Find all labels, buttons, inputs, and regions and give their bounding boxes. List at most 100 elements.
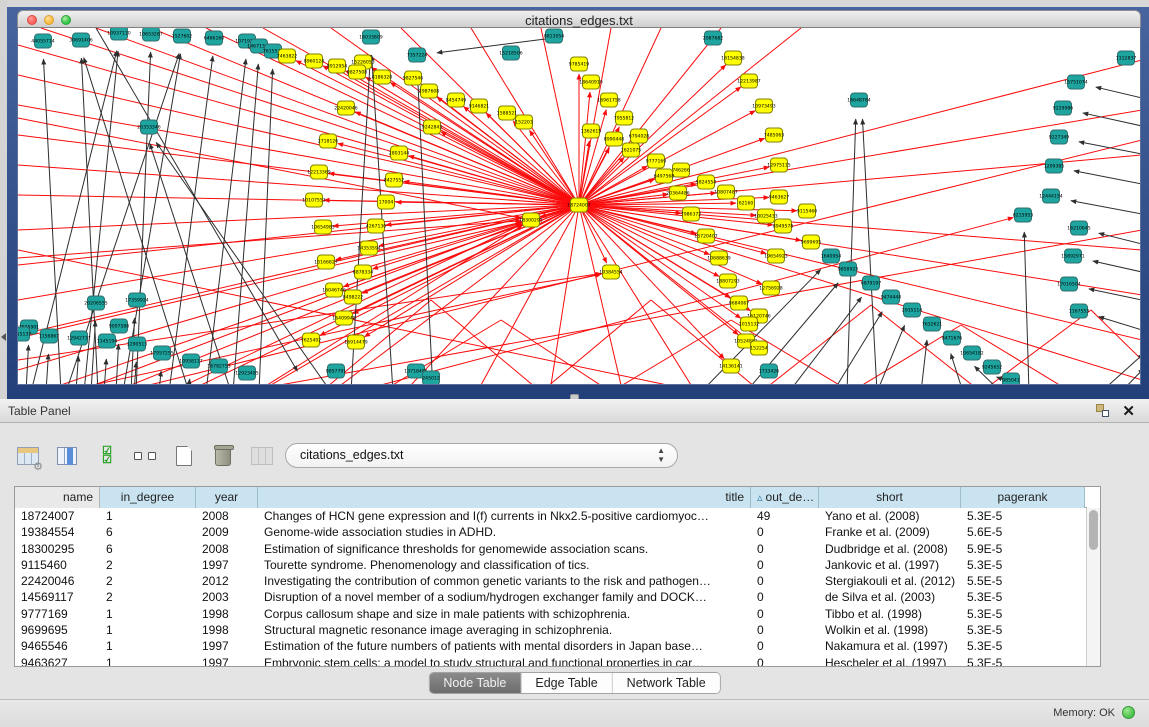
graph-node[interactable]: 1640954: [821, 249, 842, 263]
table-cell[interactable]: 18724007: [15, 508, 100, 524]
table-cell[interactable]: Embryonic stem cells: a model to study s…: [258, 655, 751, 667]
graph-node[interactable]: 19654923: [764, 249, 787, 263]
table-cell[interactable]: 0: [751, 638, 819, 654]
table-cell[interactable]: 1: [100, 606, 196, 622]
graph-node[interactable]: 20206555: [84, 296, 107, 310]
close-panel-icon[interactable]: ✕: [1122, 402, 1135, 420]
graph-node[interactable]: 17359924: [125, 293, 148, 307]
graph-node[interactable]: 8454749: [446, 93, 467, 107]
new-column-icon[interactable]: [170, 442, 198, 470]
graph-node[interactable]: 1290513: [127, 337, 148, 351]
graph-node[interactable]: 15720407: [694, 229, 717, 243]
graph-node[interactable]: 10107553: [302, 193, 325, 207]
table-cell[interactable]: Nakamura et al. (1997): [819, 638, 961, 654]
table-row[interactable]: 1830029562008Estimation of significance …: [15, 541, 1087, 557]
graph-node[interactable]: 985041: [1002, 373, 1020, 385]
table-cell[interactable]: Yano et al. (2008): [819, 508, 961, 524]
table-cell[interactable]: Disruption of a novel member of a sodium…: [258, 589, 751, 605]
table-cell[interactable]: 5.3E-5: [961, 508, 1085, 524]
graph-node[interactable]: 17016504: [1057, 277, 1080, 291]
graph-node[interactable]: 19384554: [599, 265, 622, 279]
table-cell[interactable]: Corpus callosum shape and size in male p…: [258, 606, 751, 622]
graph-node[interactable]: 18300295: [519, 213, 542, 227]
graph-node[interactable]: 8215953: [1013, 208, 1034, 222]
column-header-out_de[interactable]: ▵out_de…: [751, 487, 819, 508]
graph-node[interactable]: 9146821: [469, 99, 490, 113]
graph-node[interactable]: 9245652: [982, 360, 1003, 374]
graph-node[interactable]: 12975115: [767, 158, 790, 172]
table-cell[interactable]: 19384554: [15, 524, 100, 540]
table-cell[interactable]: 1997: [196, 638, 258, 654]
table-cell[interactable]: 9115460: [15, 557, 100, 573]
graph-node[interactable]: 10973493: [752, 99, 775, 113]
table-cell[interactable]: 1998: [196, 606, 258, 622]
graph-node[interactable]: 9229986: [1053, 101, 1074, 115]
graph-node[interactable]: 10958117: [179, 354, 202, 368]
table-cell[interactable]: 5.6E-5: [961, 524, 1085, 540]
graph-node[interactable]: 16961758: [597, 93, 620, 107]
graph-node[interactable]: 15166827: [314, 255, 337, 269]
graph-node[interactable]: 1167553: [1069, 304, 1090, 318]
table-cell[interactable]: Hescheler et al. (1997): [819, 655, 961, 667]
graph-node[interactable]: 10653287: [139, 28, 162, 41]
table-cell[interactable]: Franke et al. (2009): [819, 524, 961, 540]
graph-node[interactable]: 9827546: [403, 71, 424, 85]
select-rows-icon[interactable]: ☑☑: [92, 442, 120, 470]
table-cell[interactable]: 0: [751, 573, 819, 589]
graph-node[interactable]: 6466160: [204, 31, 225, 45]
graph-node[interactable]: 6794028: [629, 129, 650, 143]
table-cell[interactable]: Tourette syndrome. Phenomenology and cla…: [258, 557, 751, 573]
graph-node[interactable]: 62160: [738, 196, 755, 210]
table-cell[interactable]: 22420046: [15, 573, 100, 589]
graph-node[interactable]: 14353594: [357, 241, 380, 255]
table-cell[interactable]: Changes of HCN gene expression and I(f) …: [258, 508, 751, 524]
table-row[interactable]: 977716911998Corpus callosum shape and si…: [15, 606, 1087, 622]
graph-node[interactable]: 20353346: [137, 120, 160, 134]
table-cell[interactable]: 9777169: [15, 606, 100, 622]
citation-graph[interactable]: 1872400744055714306914061093711010653287…: [18, 28, 1141, 385]
graph-node[interactable]: 9858923: [838, 262, 859, 276]
graph-node[interactable]: 16782753: [207, 359, 230, 373]
graph-node[interactable]: 18640910: [579, 75, 602, 89]
table-row[interactable]: 2242004622012Investigating the contribut…: [15, 573, 1087, 589]
graph-node[interactable]: 16033809: [359, 30, 382, 44]
network-window[interactable]: citations_edges.txt 18724007440557143069…: [17, 10, 1141, 385]
graph-node[interactable]: 9463627: [769, 190, 790, 204]
table-cell[interactable]: 5.3E-5: [961, 557, 1085, 573]
table-cell[interactable]: 1: [100, 508, 196, 524]
table-cell[interactable]: Estimation of the future numbers of pati…: [258, 638, 751, 654]
table-cell[interactable]: de Silva et al. (2003): [819, 589, 961, 605]
graph-node[interactable]: 15751074: [1064, 75, 1087, 89]
graph-node[interactable]: 15892971: [1061, 249, 1084, 263]
graph-node[interactable]: 9242843: [422, 120, 443, 134]
graph-node[interactable]: 9785419: [569, 57, 590, 71]
table-row[interactable]: 1938455462009Genome-wide association stu…: [15, 524, 1087, 540]
table-cell[interactable]: 6: [100, 524, 196, 540]
graph-node[interactable]: 16648784: [847, 93, 870, 107]
graph-node[interactable]: 8498222: [343, 290, 364, 304]
table-cell[interactable]: 1: [100, 655, 196, 667]
table-settings-icon[interactable]: ⚙: [14, 442, 42, 470]
graph-node[interactable]: 12942737: [67, 331, 90, 345]
table-cell[interactable]: 2008: [196, 508, 258, 524]
graph-node[interactable]: 8186328: [372, 70, 393, 84]
vertical-scrollbar[interactable]: [1086, 508, 1100, 667]
graph-node[interactable]: 2803144: [389, 146, 410, 160]
graph-node[interactable]: 8813054: [544, 29, 565, 43]
table-cell[interactable]: 0: [751, 606, 819, 622]
table-header-row[interactable]: namein_degreeyeartitle▵out_de…shortpager…: [15, 487, 1087, 508]
table-cell[interactable]: 1: [100, 622, 196, 638]
table-cell[interactable]: 0: [751, 541, 819, 557]
graph-node[interactable]: 2935114: [902, 303, 923, 317]
delete-column-icon[interactable]: [209, 442, 237, 470]
table-cell[interactable]: 5.3E-5: [961, 638, 1085, 654]
graph-node[interactable]: 1156867: [39, 329, 60, 343]
table-cell[interactable]: 0: [751, 557, 819, 573]
table-cell[interactable]: 5.9E-5: [961, 541, 1085, 557]
graph-node[interactable]: 16154838: [721, 51, 744, 65]
tab-network-table[interactable]: Network Table: [613, 673, 720, 693]
graph-node[interactable]: 5824554: [696, 175, 717, 189]
network-canvas[interactable]: 1872400744055714306914061093711010653287…: [17, 28, 1141, 385]
table-cell[interactable]: 5.5E-5: [961, 573, 1085, 589]
graph-node[interactable]: 1209385: [1044, 159, 1065, 173]
